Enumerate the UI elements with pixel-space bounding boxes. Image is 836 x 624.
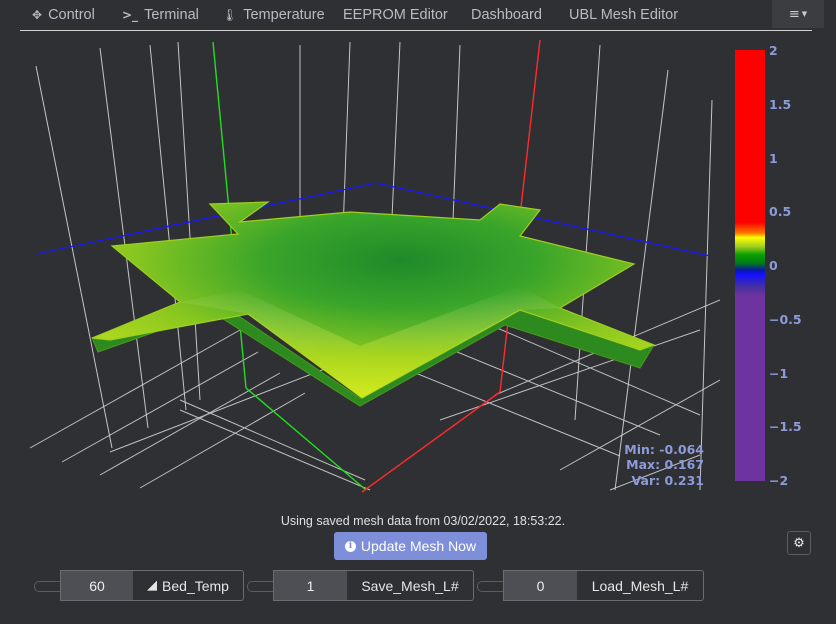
- mesh-min-stat: Min: -0.064: [624, 442, 704, 457]
- tab-label: UBL Mesh Editor: [569, 7, 679, 23]
- load-mesh-label: Load_Mesh_L#: [591, 577, 689, 594]
- colorbar-tick: −1.5: [769, 419, 802, 434]
- update-mesh-button[interactable]: i Update Mesh Now: [334, 532, 487, 560]
- colorbar-tick: −0.5: [769, 312, 802, 327]
- tab-label: Dashboard: [471, 7, 542, 23]
- save-mesh-label: Save_Mesh_L#: [361, 577, 459, 594]
- area-chart-icon: ◢: [147, 578, 158, 593]
- menu-button[interactable]: ≡ ▼: [772, 0, 824, 28]
- tab-eeprom-editor[interactable]: EEPROM Editor: [343, 1, 448, 29]
- colorbar: [735, 50, 765, 481]
- colorbar-tick: 0.5: [769, 204, 792, 219]
- tab-dashboard[interactable]: Dashboard: [471, 1, 542, 29]
- hamburger-icon: ≡: [788, 6, 800, 22]
- terminal-icon: >_: [122, 8, 139, 22]
- thermometer-icon: 🌡︎: [222, 8, 238, 22]
- gear-icon: ⚙: [793, 535, 805, 551]
- info-icon: i: [344, 540, 356, 552]
- mesh-status-message: Using saved mesh data from 03/02/2022, 1…: [280, 514, 566, 528]
- tab-label: EEPROM Editor: [343, 7, 448, 23]
- tab-label: Control: [48, 7, 95, 23]
- move-icon: ✥: [32, 8, 43, 22]
- tab-temperature[interactable]: 🌡︎ Temperature: [222, 1, 325, 29]
- settings-button[interactable]: ⚙: [787, 531, 811, 555]
- navbar: ✥ Control >_ Terminal 🌡︎ Temperature EEP…: [0, 0, 836, 30]
- bed-temp-control: 60 ◢ Bed_Temp: [34, 570, 244, 601]
- load-mesh-button[interactable]: Load_Mesh_L#: [577, 570, 704, 601]
- colorbar-tick: 1: [769, 151, 778, 166]
- load-mesh-control: 0 Load_Mesh_L#: [477, 570, 705, 601]
- colorbar-tick: 0: [769, 258, 778, 273]
- load-mesh-input[interactable]: 0: [503, 570, 578, 601]
- tab-label: Temperature: [243, 7, 325, 23]
- mesh-max-stat: Max: 0.167: [626, 457, 704, 472]
- bed-temp-input[interactable]: 60: [60, 570, 134, 601]
- colorbar-tick: −1: [769, 366, 789, 381]
- colorbar-tick: −2: [769, 473, 789, 488]
- tab-terminal[interactable]: >_ Terminal: [122, 1, 199, 29]
- tab-control[interactable]: ✥ Control: [32, 1, 95, 29]
- save-mesh-control: 1 Save_Mesh_L#: [247, 570, 475, 601]
- bed-temp-label: Bed_Temp: [162, 577, 229, 594]
- colorbar-tick: 2: [769, 43, 778, 58]
- update-mesh-label: Update Mesh Now: [360, 538, 477, 554]
- tab-ubl-mesh-editor[interactable]: UBL Mesh Editor: [569, 1, 678, 29]
- mesh-var-stat: Var: 0.231: [631, 473, 704, 488]
- nav-divider: [20, 30, 812, 31]
- colorbar-tick: 1.5: [769, 97, 792, 112]
- tab-label: Terminal: [144, 7, 199, 23]
- mesh-3d-plot[interactable]: [0, 34, 720, 494]
- save-mesh-button[interactable]: Save_Mesh_L#: [347, 570, 474, 601]
- bed-temp-button[interactable]: ◢ Bed_Temp: [133, 570, 244, 601]
- caret-down-icon: ▼: [801, 10, 808, 18]
- save-mesh-input[interactable]: 1: [273, 570, 348, 601]
